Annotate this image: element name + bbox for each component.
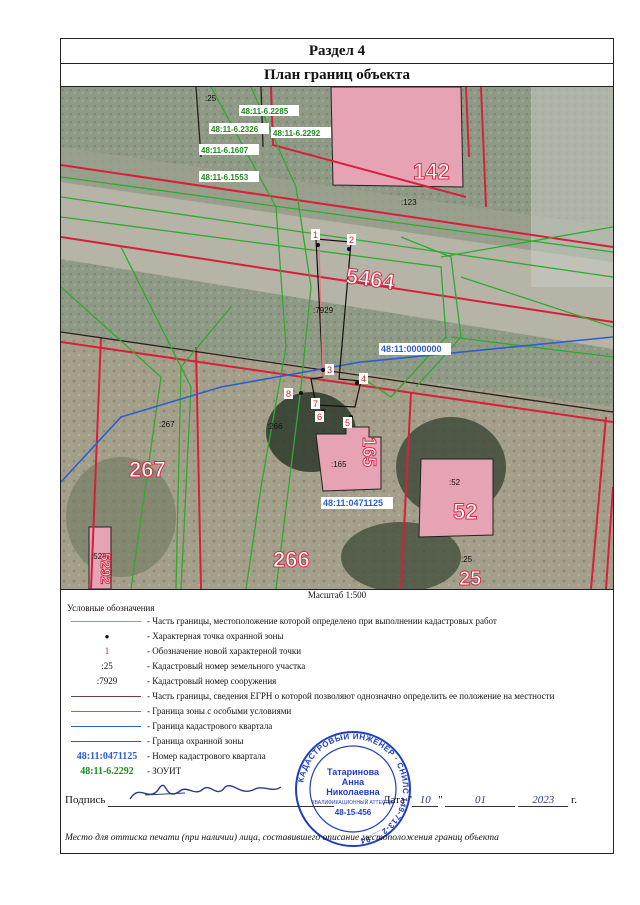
quarter-label-0471125: 48:11:0471125 [323, 498, 383, 508]
point-label-1: 1 [313, 230, 318, 240]
quarter-line-symbol [71, 726, 141, 727]
engineer-stamp: КАДАСТРОВЫЙ ИНЖЕНЕР · СНИЛС 149-713-2__ … [295, 731, 411, 847]
legend-row-guard-point: • - Характерная точка охранной зоны [67, 629, 607, 644]
house-number-5292: 5292 [98, 553, 114, 584]
label-266: :266 [267, 422, 283, 431]
stamp-cert-number: 48-15-456 [335, 808, 372, 817]
new-boundary-line-symbol [71, 621, 141, 622]
stamp-name-1: Татаринова [327, 767, 380, 777]
zouit-label-2285: 48:11-6.2285 [241, 107, 289, 116]
house-number-266: 266 [273, 547, 310, 572]
legend-row-zouit-boundary: - Граница зоны с особыми условиями [67, 704, 607, 719]
signature-line: Подпись [65, 794, 335, 807]
zouit-label-1607: 48:11-6.1607 [201, 146, 249, 155]
label-25-top: :25 [205, 94, 217, 103]
signature-label: Подпись [65, 794, 106, 806]
label-7929: :7929 [313, 306, 334, 315]
boundary-map: 1 2 3 4 5 6 7 8 48:11-6.2285 48:11-6.232… [61, 87, 613, 590]
zouit-label-1553: 48:11-6.1553 [201, 173, 249, 182]
label-267: :267 [159, 420, 175, 429]
house-number-165: 165 [359, 437, 379, 467]
legend-title: Условные обозначения [67, 603, 155, 613]
point-label-5: 5 [345, 418, 350, 428]
document-page: Раздел 4 План границ объекта 1 2 3 4 5 6… [60, 38, 614, 854]
egrn-line-symbol [71, 696, 141, 697]
building-gray [531, 87, 613, 287]
stamp-name-2: Анна [342, 777, 365, 787]
date-year-suffix: г. [570, 794, 577, 806]
point-4 [355, 381, 359, 385]
point-label-2: 2 [349, 235, 354, 245]
label-123: :123 [401, 198, 417, 207]
date-day: 10 [412, 794, 439, 807]
legend-row-land-number: :25 - Кадастровый номер земельного участ… [101, 661, 306, 671]
legend-row-new-point: 1 - Обозначение новой характерной точки [104, 646, 302, 656]
date-label: Дата [383, 794, 405, 806]
zouit-line-symbol [71, 711, 141, 712]
quarter-label-0000000: 48:11:0000000 [381, 344, 442, 354]
map-canvas: 1 2 3 4 5 6 7 8 48:11-6.2285 48:11-6.232… [61, 87, 613, 589]
point-label-8: 8 [286, 389, 291, 399]
house-number-52: 52 [453, 499, 477, 524]
section-title: Раздел 4 [61, 39, 613, 64]
point-2 [347, 247, 351, 251]
legend-row-structure-number: :7929 - Кадастровый номер сооружения [96, 676, 277, 686]
stamp-place-note: Место для оттиска печати (при наличии) л… [65, 833, 499, 843]
label-25-bottom: :25 [461, 555, 473, 564]
point-dot-icon: • [104, 629, 110, 644]
point-1 [316, 243, 320, 247]
point-label-3: 3 [327, 365, 332, 375]
zouit-label-2292: 48:11-6.2292 [273, 129, 321, 138]
plan-title: План границ объекта [61, 64, 613, 87]
date-line: Дата " 10 " 01 2023 г. [383, 794, 577, 807]
date-month: 01 [445, 794, 516, 807]
signature-field [108, 794, 335, 807]
point-label-6: 6 [317, 412, 322, 422]
date-year: 2023 [518, 794, 569, 807]
stamp-name-3: Николаевна [326, 787, 380, 797]
point-label-7: 7 [313, 399, 318, 409]
house-number-142: 142 [413, 159, 450, 184]
guard-zone-line-symbol [71, 741, 141, 742]
legend-row-egrn-boundary: - Часть границы, сведения ЕГРН о которой… [67, 689, 607, 704]
house-number-25: 25 [459, 568, 481, 589]
building-52 [418, 458, 494, 538]
point-3 [321, 368, 325, 372]
legend-row-new-boundary: - Часть границы, местоположение которой … [67, 614, 607, 629]
label-165: :165 [331, 460, 347, 469]
zouit-label-2326: 48:11-6.2326 [211, 125, 259, 134]
point-8 [299, 391, 303, 395]
house-number-267: 267 [129, 457, 166, 482]
map-scale: Масштаб 1:500 [307, 590, 367, 600]
point-label-4: 4 [361, 374, 366, 384]
label-52: :52 [449, 478, 461, 487]
